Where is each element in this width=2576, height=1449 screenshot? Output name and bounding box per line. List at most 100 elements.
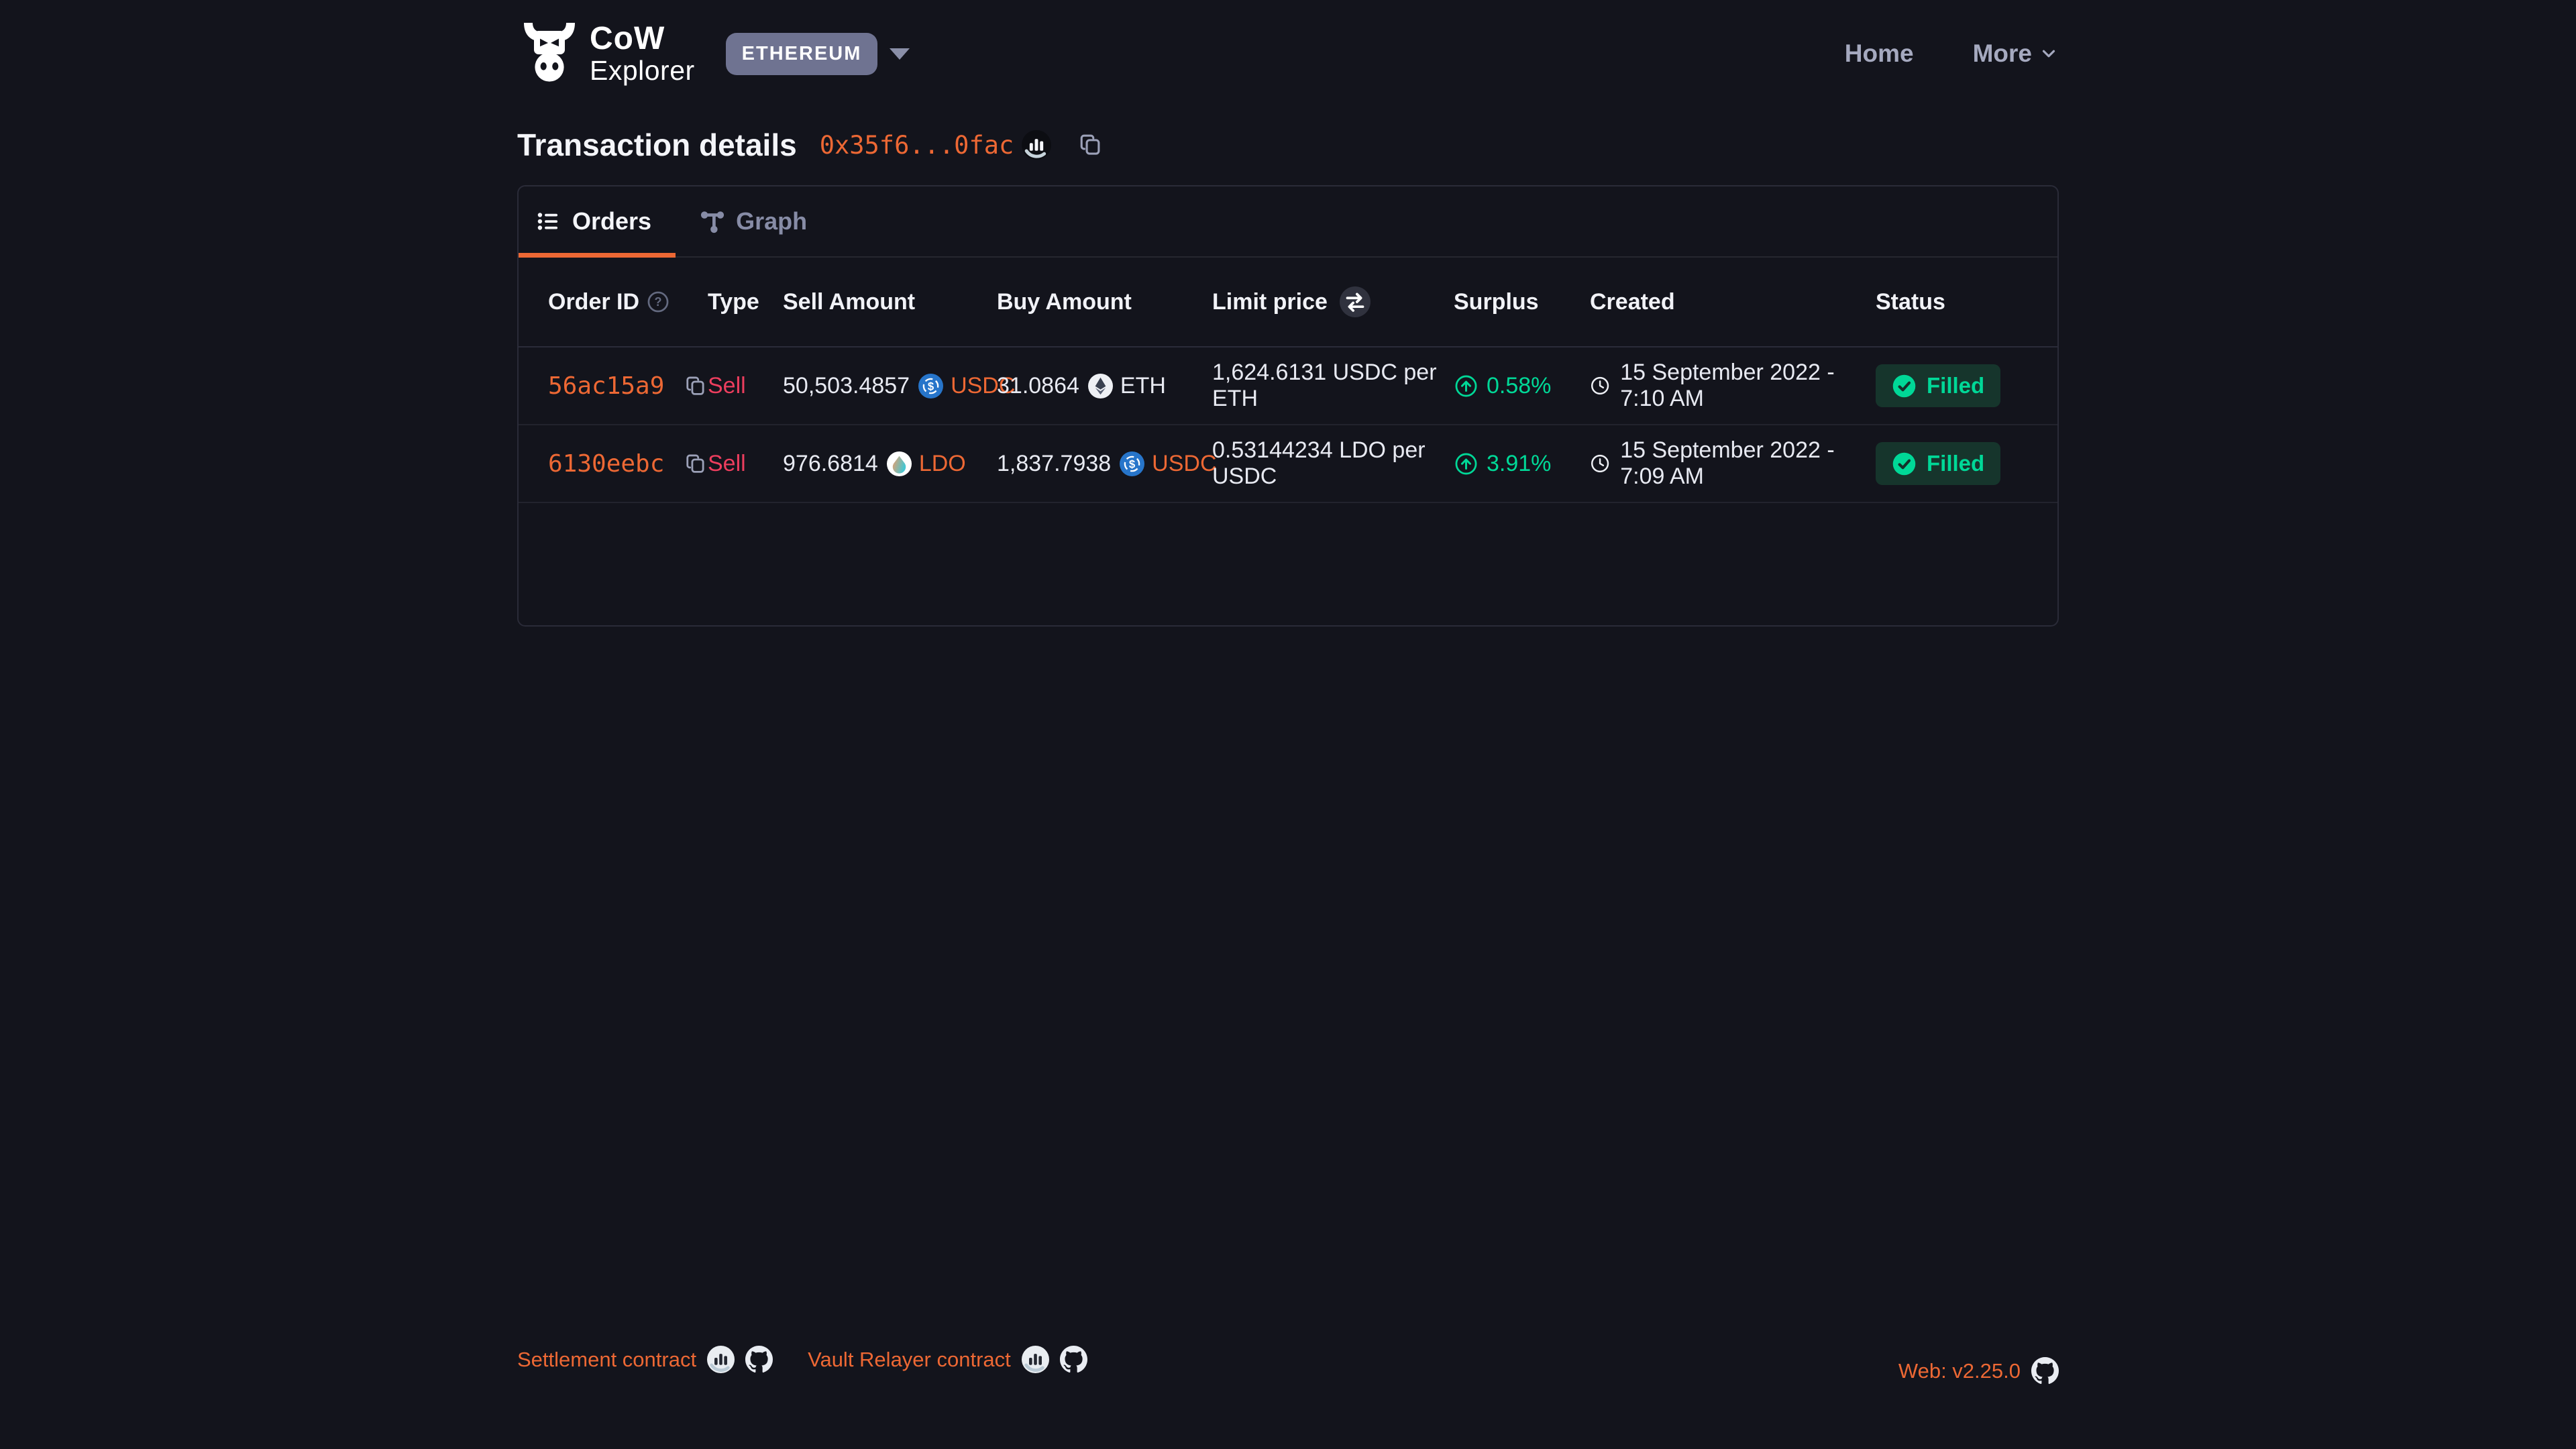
github-icon[interactable] — [2031, 1357, 2059, 1385]
arrow-up-circle-icon — [1454, 374, 1479, 398]
copy-icon — [684, 374, 708, 398]
header: CoW Explorer ETHEREUM Home More — [517, 20, 2059, 87]
col-created: Created — [1590, 289, 1876, 315]
footer-contracts: Settlement contract Vault Relayer contra… — [517, 1346, 1087, 1373]
help-icon[interactable] — [646, 290, 670, 314]
sell-token: LDO — [887, 451, 966, 477]
type-cell: Sell — [708, 451, 783, 477]
invert-price-button[interactable] — [1340, 286, 1371, 317]
col-order-id: Order ID — [548, 289, 708, 315]
usdc-token-icon — [1120, 451, 1144, 476]
created-cell: 15 September 2022 - 7:10 AM — [1590, 360, 1876, 412]
web-version-link[interactable]: Web: v2.25.0 — [1898, 1359, 2021, 1383]
tab-orders-label: Orders — [572, 207, 651, 235]
surplus-value: 0.58% — [1487, 373, 1551, 399]
buy-token-link[interactable]: USDC — [1152, 451, 1216, 477]
chevron-down-icon — [2039, 44, 2059, 64]
col-type: Type — [708, 289, 783, 315]
order-id-link[interactable]: 56ac15a9 — [548, 372, 664, 400]
status-cell: Filled — [1876, 442, 2028, 485]
order-id-cell: 56ac15a9 — [548, 372, 708, 400]
footer-version-group: Web: v2.25.0 — [1898, 1357, 2059, 1385]
type-cell: Sell — [708, 373, 783, 399]
clock-icon — [1590, 451, 1610, 476]
orders-card: Orders Graph Order ID Type Sell Amount B… — [517, 185, 2059, 627]
network-selector[interactable]: ETHEREUM — [726, 33, 910, 75]
col-limit-price: Limit price — [1212, 286, 1454, 317]
table-row: 6130eebc Sell 976.6814 LDO 1 — [519, 425, 2057, 503]
surplus-cell: 3.91% — [1454, 451, 1590, 477]
status-cell: Filled — [1876, 364, 2028, 407]
sell-amount-cell: 976.6814 LDO — [783, 451, 997, 477]
col-buy-amount: Buy Amount — [997, 289, 1212, 315]
cow-explorer-logo[interactable]: CoW Explorer — [517, 21, 695, 86]
col-order-id-label: Order ID — [548, 289, 639, 315]
buy-amount-value: 1,837.7938 — [997, 451, 1111, 477]
github-icon[interactable] — [745, 1346, 773, 1373]
sell-amount-value: 50,503.4857 — [783, 373, 910, 399]
status-label: Filled — [1927, 451, 1984, 476]
sell-amount-value: 976.6814 — [783, 451, 878, 477]
sell-amount-cell: 50,503.4857 USDC — [783, 373, 997, 399]
copy-icon — [1078, 132, 1104, 158]
ldo-token-icon — [887, 451, 912, 476]
col-status: Status — [1876, 289, 2028, 315]
buy-amount-cell: 31.0864 ETH — [997, 373, 1212, 399]
page-title: Transaction details — [517, 127, 797, 163]
settlement-contract-link[interactable]: Settlement contract — [517, 1348, 696, 1372]
copy-icon — [684, 452, 708, 476]
status-badge: Filled — [1876, 442, 2000, 485]
usdc-token-icon — [918, 374, 943, 398]
vault-relayer-contract-group: Vault Relayer contract — [808, 1346, 1087, 1373]
buy-token-label: ETH — [1120, 373, 1166, 399]
status-label: Filled — [1927, 373, 1984, 398]
created-value: 15 September 2022 - 7:09 AM — [1620, 437, 1876, 490]
created-value: 15 September 2022 - 7:10 AM — [1620, 360, 1876, 412]
etherscan-icon[interactable] — [1022, 1346, 1049, 1373]
buy-amount-value: 31.0864 — [997, 373, 1079, 399]
tab-bar: Orders Graph — [519, 186, 2057, 258]
limit-price-cell: 0.53144234 LDO per USDC — [1212, 437, 1454, 490]
created-cell: 15 September 2022 - 7:09 AM — [1590, 437, 1876, 490]
table-row: 56ac15a9 Sell 50,503.4857 USDC — [519, 347, 2057, 425]
order-id-link[interactable]: 6130eebc — [548, 450, 664, 478]
caret-down-icon — [890, 48, 910, 60]
copy-tx-hash-button[interactable] — [1078, 132, 1104, 158]
copy-order-id-button[interactable] — [684, 374, 708, 398]
table-header-row: Order ID Type Sell Amount Buy Amount Lim… — [519, 258, 2057, 347]
etherscan-icon[interactable] — [707, 1346, 735, 1373]
eth-token-icon — [1088, 374, 1113, 398]
col-limit-price-label: Limit price — [1212, 289, 1328, 315]
etherscan-identicon-icon — [1022, 130, 1051, 160]
tab-orders[interactable]: Orders — [519, 186, 676, 256]
surplus-value: 3.91% — [1487, 451, 1551, 477]
network-badge[interactable]: ETHEREUM — [726, 33, 878, 75]
arrow-up-circle-icon — [1454, 451, 1479, 476]
page: CoW Explorer ETHEREUM Home More Transact… — [0, 0, 2576, 1449]
buy-amount-cell: 1,837.7938 USDC — [997, 451, 1212, 477]
buy-token: USDC — [1120, 451, 1216, 477]
nav-home[interactable]: Home — [1845, 40, 1914, 68]
nav-more-label: More — [1973, 40, 2032, 68]
clock-icon — [1590, 374, 1610, 398]
fork-graph-icon — [700, 209, 725, 234]
surplus-cell: 0.58% — [1454, 373, 1590, 399]
logo-title: CoW — [590, 23, 695, 55]
tab-graph[interactable]: Graph — [676, 186, 831, 256]
tx-hash: 0x35f6...0fac — [820, 131, 1014, 160]
sell-token-link[interactable]: LDO — [919, 451, 966, 477]
check-circle-icon — [1892, 451, 1917, 476]
cow-logo-icon — [517, 21, 582, 86]
nav-more[interactable]: More — [1973, 40, 2059, 68]
buy-token: ETH — [1088, 373, 1166, 399]
logo-subtitle: Explorer — [590, 57, 695, 85]
vault-relayer-contract-link[interactable]: Vault Relayer contract — [808, 1348, 1011, 1372]
list-icon — [536, 209, 561, 234]
check-circle-icon — [1892, 374, 1917, 398]
github-icon[interactable] — [1060, 1346, 1087, 1373]
col-surplus: Surplus — [1454, 289, 1590, 315]
swap-arrows-icon — [1340, 286, 1371, 317]
copy-order-id-button[interactable] — [684, 452, 708, 476]
main-nav: Home More — [1845, 40, 2059, 68]
limit-price-cell: 1,624.6131 USDC per ETH — [1212, 360, 1454, 412]
